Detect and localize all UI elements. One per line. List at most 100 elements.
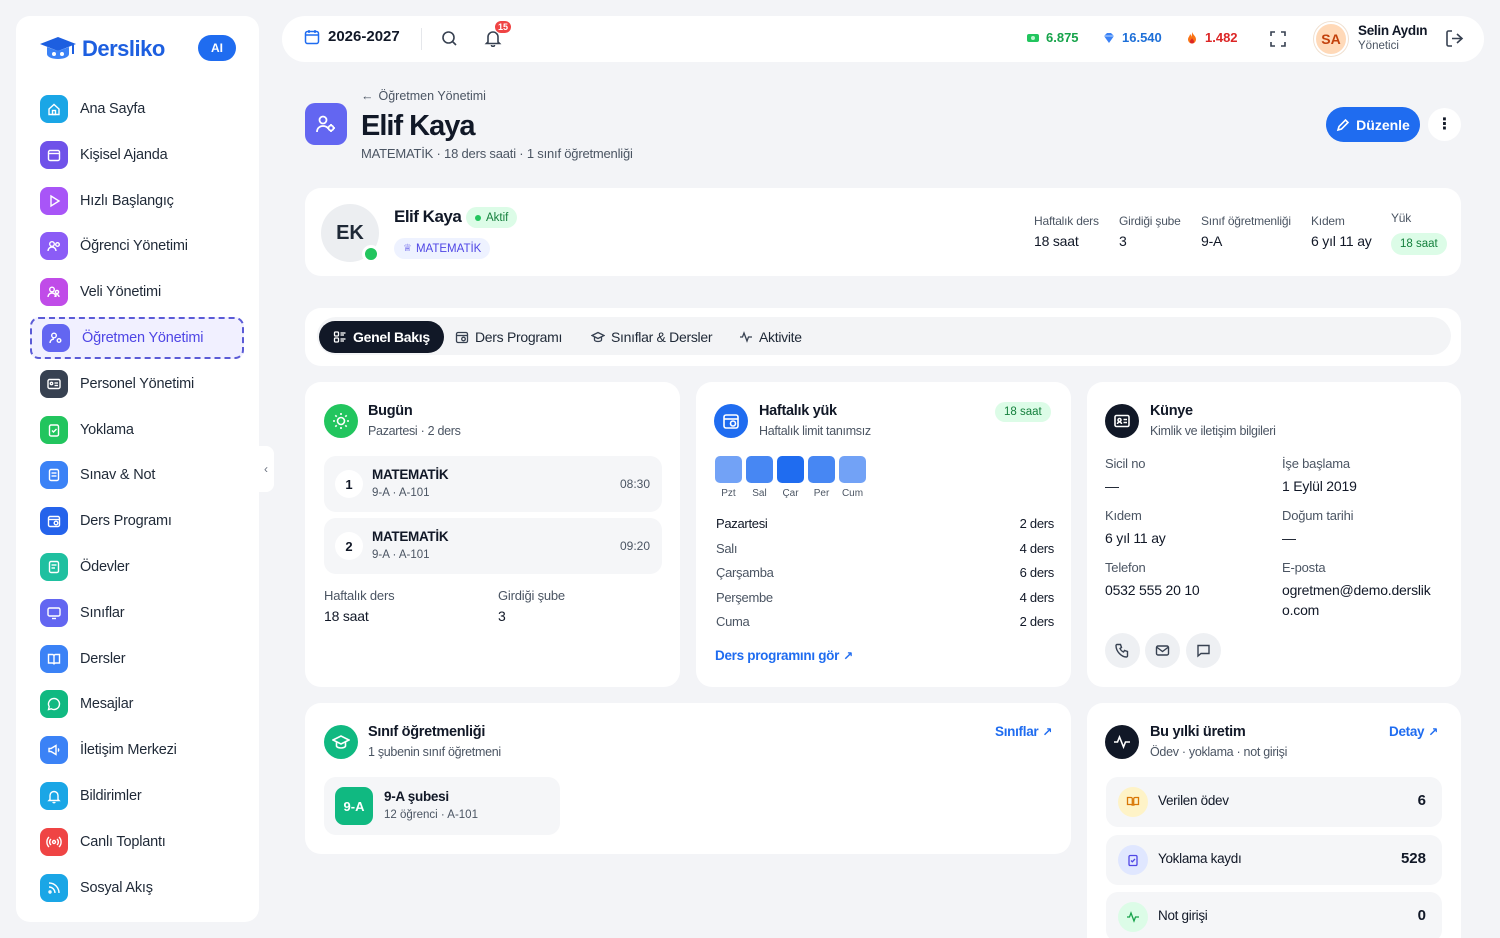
sidebar-item-label: Sınav & Not — [80, 467, 156, 484]
sidebar-item-label: Veli Yönetimi — [80, 284, 161, 301]
ai-badge[interactable]: AI — [198, 35, 236, 61]
weekly-bar[interactable] — [746, 456, 773, 483]
sidebar-item-dersler[interactable]: Dersler — [30, 638, 244, 680]
teacher-icon — [316, 115, 335, 133]
notifications-button[interactable]: 15 — [484, 20, 512, 47]
sidebar-item-odevler[interactable]: Ödevler — [30, 546, 244, 588]
view-schedule-link[interactable]: Ders programını gör ↗ — [715, 648, 853, 663]
sidebar: Dersliko AI Ana Sayfa Kişisel Ajanda Hızlı… — [16, 16, 259, 922]
sidebar-item-ana-sayfa[interactable]: Ana Sayfa — [30, 88, 244, 130]
sidebar-item-hzl-baslangc[interactable]: Hızlı Başlangıç — [30, 180, 244, 222]
schedule-icon — [455, 331, 469, 344]
sidebar-collapse-button[interactable]: ‹ — [258, 446, 274, 492]
class-teacher-card: Sınıf öğretmenliği 1 şubenin sınıf öğret… — [305, 703, 1071, 854]
tab-ders-program[interactable]: Ders Programı — [441, 321, 576, 353]
sidebar-item-veli-yonetimi[interactable]: Veli Yönetimi — [30, 271, 244, 313]
stat-counter[interactable]: 1.482 — [1185, 30, 1238, 45]
sidebar-item-ogrenci-yonetimi[interactable]: Öğrenci Yönetimi — [30, 225, 244, 267]
message-button[interactable] — [1186, 633, 1221, 668]
fire-icon — [1188, 31, 1196, 43]
classes-link[interactable]: Sınıflar ↗ — [995, 724, 1052, 739]
day-name: Salı — [716, 540, 738, 556]
production-label: Yoklama kaydı — [1158, 850, 1242, 866]
kunye-field-value: ogretmen@demo.derslik o.com — [1282, 582, 1431, 618]
teacher-icon — [42, 324, 70, 352]
academic-year: 2026-2027 — [328, 28, 400, 45]
production-row[interactable]: Not girişi 0 — [1106, 892, 1442, 938]
search-button[interactable] — [441, 30, 458, 47]
stat-counter[interactable]: 16.540 — [1102, 30, 1162, 45]
brand-logo[interactable]: Dersliko — [38, 34, 165, 64]
production-card: Bu yılki üretim Ödev · yoklama · not gir… — [1087, 703, 1461, 938]
lesson-item[interactable]: 1 MATEMATİK 9-A · A-101 08:30 — [324, 456, 662, 512]
graduation-cap-icon — [40, 37, 76, 59]
sidebar-item-mesajlar[interactable]: Mesajlar — [30, 683, 244, 725]
kunye-subtitle: Kimlik ve iletişim bilgileri — [1150, 424, 1276, 438]
more-vertical-icon: ⋮ — [1436, 115, 1453, 133]
academic-year-selector[interactable]: 2026-2027 — [304, 28, 400, 45]
today-subtitle: Pazartesi · 2 ders — [368, 424, 461, 438]
sidebar-item-snflar[interactable]: Sınıflar — [30, 592, 244, 634]
weekly-bar[interactable] — [777, 456, 804, 483]
id-card-icon — [40, 369, 68, 398]
sidebar-item-ders-program[interactable]: Ders Programı — [30, 500, 244, 542]
lesson-room: 9-A · A-101 — [372, 549, 430, 561]
sidebar-item-personel-yonetimi[interactable]: Personel Yönetimi — [30, 363, 244, 405]
sidebar-item-label: Mesajlar — [80, 696, 134, 713]
more-options-button[interactable]: ⋮ — [1428, 108, 1461, 141]
production-row[interactable]: Yoklama kaydı 528 — [1106, 834, 1442, 885]
cash-icon — [1027, 33, 1039, 42]
weekly-bar-label: Cum — [841, 488, 864, 499]
breadcrumb[interactable]: ← Öğretmen Yönetimi — [361, 89, 486, 103]
call-button[interactable] — [1105, 633, 1140, 668]
tab-label: Aktivite — [759, 329, 802, 345]
profile-stat-label: Haftalık ders — [1034, 214, 1099, 228]
lesson-item[interactable]: 2 MATEMATİK 9-A · A-101 09:20 — [324, 518, 662, 574]
lesson-name: MATEMATİK — [372, 529, 449, 544]
sidebar-item-sosyal-aks[interactable]: Sosyal Akış — [30, 867, 244, 909]
detail-link-label: Detay — [1389, 724, 1425, 739]
sidebar-item-canl-toplant[interactable]: Canlı Toplantı — [30, 821, 244, 863]
sidebar-item-snav-not[interactable]: Sınav & Not — [30, 454, 244, 496]
weekly-bar[interactable] — [839, 456, 866, 483]
user-avatar[interactable]: SA — [1314, 22, 1348, 56]
sidebar-item-bildirimler[interactable]: Bildirimler — [30, 775, 244, 817]
day-lessons: 6 ders — [1019, 565, 1055, 580]
monitor-icon — [40, 598, 68, 627]
branch-item[interactable]: 9-A 9-A şubesi 12 öğrenci · A-101 — [324, 777, 560, 835]
page-title: Elif Kaya — [361, 110, 475, 142]
user-info[interactable]: Selin Aydın Yönetici — [1358, 23, 1428, 52]
sidebar-item-label: Canlı Toplantı — [80, 833, 166, 850]
logout-button[interactable] — [1445, 29, 1464, 48]
production-row[interactable]: Verilen ödev 6 — [1106, 777, 1442, 827]
sidebar-item-ogretmen-yonetimi[interactable]: Öğretmen Yönetimi — [30, 317, 244, 359]
day-lessons: 2 ders — [1019, 516, 1055, 531]
weekly-bar[interactable] — [808, 456, 835, 483]
email-button[interactable] — [1145, 633, 1180, 668]
edit-button-label: Düzenle — [1356, 116, 1410, 133]
load-badge: 18 saat — [1391, 233, 1447, 255]
sidebar-item-iletisim-merkezi[interactable]: İletişim Merkezi — [30, 729, 244, 771]
divider — [421, 28, 422, 50]
kunye-title: Künye — [1150, 403, 1193, 419]
profile-stat-label: Girdiği şube — [1119, 214, 1181, 228]
sidebar-item-kisisel-ajanda[interactable]: Kişisel Ajanda — [30, 134, 244, 176]
profile-stat-label: Sınıf öğretmenliği — [1201, 214, 1291, 228]
today-title: Bugün — [368, 403, 413, 419]
tab-aktivite[interactable]: Aktivite — [725, 321, 816, 353]
sidebar-item-yoklama[interactable]: Yoklama — [30, 409, 244, 451]
edit-button[interactable]: Düzenle — [1326, 107, 1420, 142]
topbar: 2026-2027 15 6.875 16.540 1.482 SA Selin A… — [282, 16, 1484, 62]
stat-counter[interactable]: 6.875 — [1026, 30, 1079, 45]
tab-snflar-dersler[interactable]: Sınıflar & Dersler — [577, 321, 726, 353]
production-label: Verilen ödev — [1158, 793, 1229, 808]
tab-genel-baks[interactable]: Genel Bakış — [319, 321, 444, 353]
weekly-bar[interactable] — [715, 456, 742, 483]
kunye-field-value: 1 Eylül 2019 — [1282, 478, 1357, 494]
breadcrumb-link[interactable]: Öğretmen Yönetimi — [379, 89, 486, 103]
lesson-time: 09:20 — [619, 539, 650, 553]
broadcast-icon — [40, 827, 68, 856]
detail-link[interactable]: Detay ↗ — [1389, 724, 1438, 739]
fullscreen-button[interactable] — [1269, 30, 1287, 48]
weekly-badge: 18 saat — [995, 402, 1051, 422]
